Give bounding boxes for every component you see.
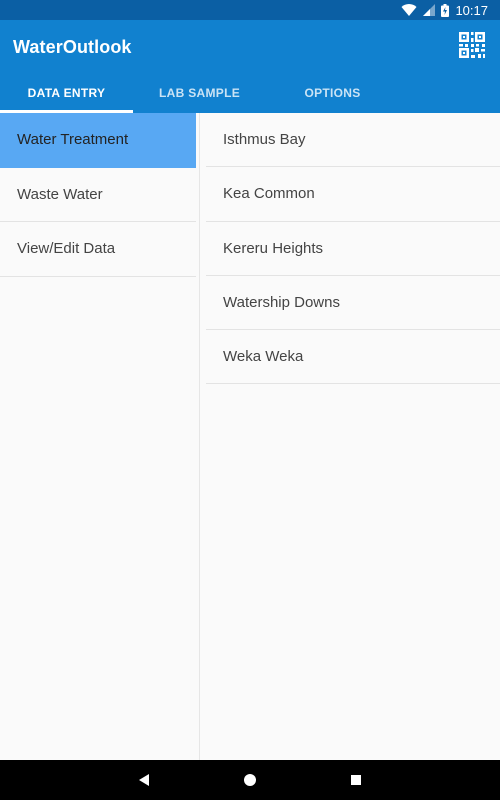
site-item-label: Kereru Heights — [223, 239, 324, 257]
category-menu: Water Treatment Waste Water View/Edit Da… — [0, 113, 200, 760]
site-item-label: Kea Common — [223, 185, 315, 203]
recents-icon — [351, 775, 361, 785]
site-item-kereru-heights[interactable]: Kereru Heights — [206, 222, 500, 276]
site-list: Isthmus Bay Kea Common Kereru Heights Wa… — [206, 113, 500, 760]
home-button[interactable] — [242, 772, 258, 788]
navigation-bar — [0, 760, 500, 800]
menu-item-water-treatment[interactable]: Water Treatment — [0, 113, 196, 168]
tab-data-entry[interactable]: DATA ENTRY — [0, 72, 133, 113]
qr-scan-button[interactable] — [458, 31, 486, 59]
site-item-label: Watership Downs — [223, 294, 340, 312]
app-bar: WaterOutlook DATA ENTRY LAB SAMPLE OPTIO… — [0, 20, 500, 113]
wifi-icon — [401, 3, 417, 17]
menu-item-view-edit-data[interactable]: View/Edit Data — [0, 222, 196, 277]
tab-options[interactable]: OPTIONS — [266, 72, 399, 113]
site-item-weka-weka[interactable]: Weka Weka — [206, 330, 500, 385]
home-icon — [244, 774, 256, 786]
site-item-label: Isthmus Bay — [223, 131, 306, 149]
menu-item-waste-water[interactable]: Waste Water — [0, 168, 196, 222]
tab-bar: DATA ENTRY LAB SAMPLE OPTIONS — [0, 72, 500, 113]
battery-charging-icon — [441, 3, 450, 17]
cellular-signal-icon — [423, 4, 436, 16]
menu-item-label: View/Edit Data — [17, 240, 116, 258]
qr-code-icon — [459, 32, 485, 58]
menu-item-label: Water Treatment — [17, 131, 129, 149]
back-icon — [139, 774, 149, 786]
site-item-watership-downs[interactable]: Watership Downs — [206, 276, 500, 331]
tab-label: OPTIONS — [304, 85, 361, 100]
recents-button[interactable] — [348, 772, 364, 788]
tab-label: LAB SAMPLE — [159, 85, 240, 100]
app-title: WaterOutlook — [13, 37, 132, 57]
tab-label: DATA ENTRY — [27, 85, 106, 100]
site-item-label: Weka Weka — [223, 348, 304, 366]
site-item-isthmus-bay[interactable]: Isthmus Bay — [206, 113, 500, 168]
back-button[interactable] — [136, 772, 152, 788]
status-bar: 10:17 — [0, 0, 500, 20]
site-item-kea-common[interactable]: Kea Common — [206, 167, 500, 222]
content-area: Water Treatment Waste Water View/Edit Da… — [0, 113, 500, 760]
status-time: 10:17 — [455, 2, 488, 18]
tab-lab-sample[interactable]: LAB SAMPLE — [133, 72, 266, 113]
menu-item-label: Waste Water — [17, 185, 103, 203]
